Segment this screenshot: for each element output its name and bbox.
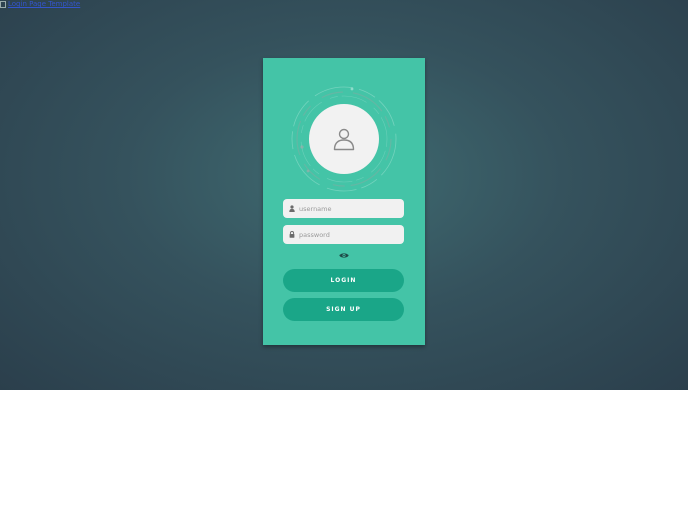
eye-icon[interactable]: [339, 252, 349, 259]
broken-image-alt-text: Login Page Template: [8, 0, 81, 8]
username-field[interactable]: [283, 199, 404, 218]
user-icon: [289, 205, 295, 212]
login-card: LOGIN SIGN UP: [263, 58, 425, 345]
user-outline-icon: [333, 128, 355, 151]
password-input[interactable]: [299, 225, 399, 244]
password-field[interactable]: [283, 225, 404, 244]
avatar: [309, 104, 379, 174]
broken-image-link[interactable]: Login Page Template: [0, 0, 80, 9]
broken-image-icon: [0, 1, 6, 8]
signup-button[interactable]: SIGN UP: [283, 298, 404, 321]
page-background: Login Page Template username LOGIN SIGN …: [0, 0, 688, 390]
login-button[interactable]: LOGIN: [283, 269, 404, 292]
lock-icon: [289, 231, 295, 238]
username-input[interactable]: [299, 199, 399, 218]
